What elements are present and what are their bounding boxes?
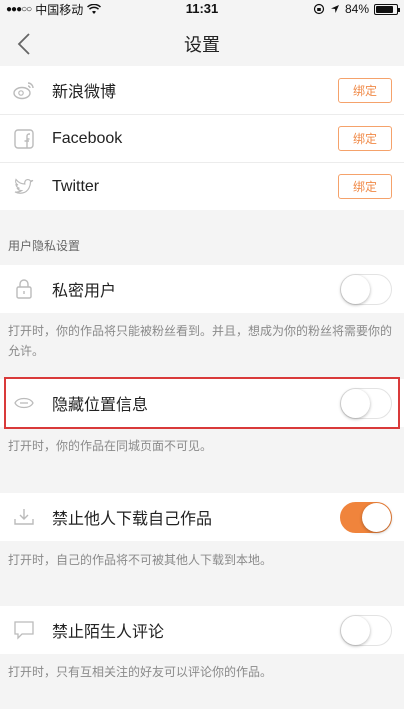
back-button[interactable]: [10, 30, 38, 58]
toggle-knob: [362, 502, 391, 532]
nav-bar: 设置: [0, 18, 404, 70]
disable-stranger-comment-toggle[interactable]: [340, 614, 392, 646]
disable-stranger-comment-section: 禁止陌生人评论: [0, 606, 404, 654]
private-user-row: 私密用户: [0, 265, 404, 313]
disable-download-description: 打开时，自己的作品将不可被其他人下载到本地。: [8, 553, 273, 567]
toggle-knob: [341, 388, 370, 418]
status-bar: ●●●○○ 中国移动 11:31 84%: [0, 0, 404, 18]
account-label: 新浪微博: [52, 84, 117, 101]
private-user-description: 打开时，你的作品将只能被粉丝看到。并且，想成为你的粉丝将需要你的允许。: [8, 324, 393, 358]
hide-location-row: 隐藏位置信息: [0, 379, 404, 427]
page-title: 设置: [184, 35, 220, 55]
chevron-left-icon: [17, 33, 30, 55]
bind-twitter-button[interactable]: 绑定: [338, 174, 392, 199]
disable-stranger-comment-row: 禁止陌生人评论: [0, 606, 404, 654]
disable-download-section: 禁止他人下载自己作品: [0, 493, 404, 541]
disable-stranger-comment-description: 打开时，只有互相关注的好友可以评论你的作品。: [8, 665, 273, 679]
account-row-twitter: Twitter 绑定: [0, 162, 404, 210]
private-user-label: 私密用户: [52, 283, 117, 300]
accounts-section: 新浪微博 绑定 Facebook 绑定 Twitter 绑定: [0, 66, 404, 210]
bind-weibo-button[interactable]: 绑定: [338, 77, 392, 103]
bind-facebook-button[interactable]: 绑定: [338, 126, 392, 151]
battery-icon: [374, 3, 400, 15]
toggle-knob: [341, 274, 370, 304]
disable-download-row: 禁止他人下载自己作品: [0, 493, 404, 541]
twitter-icon: [12, 175, 36, 199]
toggle-knob: [341, 615, 370, 645]
privacy-section-header: 用户隐私设置: [8, 239, 81, 253]
battery-level: [376, 5, 393, 13]
disable-download-toggle[interactable]: [340, 501, 392, 533]
account-row-weibo: 新浪微博 绑定: [0, 66, 404, 114]
account-row-facebook: Facebook 绑定: [0, 114, 404, 162]
hide-location-toggle[interactable]: [340, 387, 392, 419]
location-hide-icon: [12, 391, 36, 415]
disable-stranger-comment-label: 禁止陌生人评论: [52, 624, 165, 641]
download-icon: [12, 505, 36, 529]
private-user-section: 私密用户: [0, 265, 404, 313]
hide-location-description: 打开时，你的作品在同城页面不可见。: [8, 439, 213, 453]
facebook-icon: [12, 127, 36, 151]
weibo-icon: [12, 78, 36, 102]
hide-location-section: 隐藏位置信息: [0, 379, 404, 427]
account-label: Twitter: [52, 177, 100, 195]
private-user-toggle[interactable]: [340, 273, 392, 305]
hide-location-label: 隐藏位置信息: [52, 397, 149, 414]
status-time: 11:31: [185, 1, 219, 16]
disable-download-label: 禁止他人下载自己作品: [52, 511, 213, 528]
account-label: Facebook: [52, 129, 123, 147]
comment-icon: [12, 618, 36, 642]
lock-icon: [12, 277, 36, 301]
